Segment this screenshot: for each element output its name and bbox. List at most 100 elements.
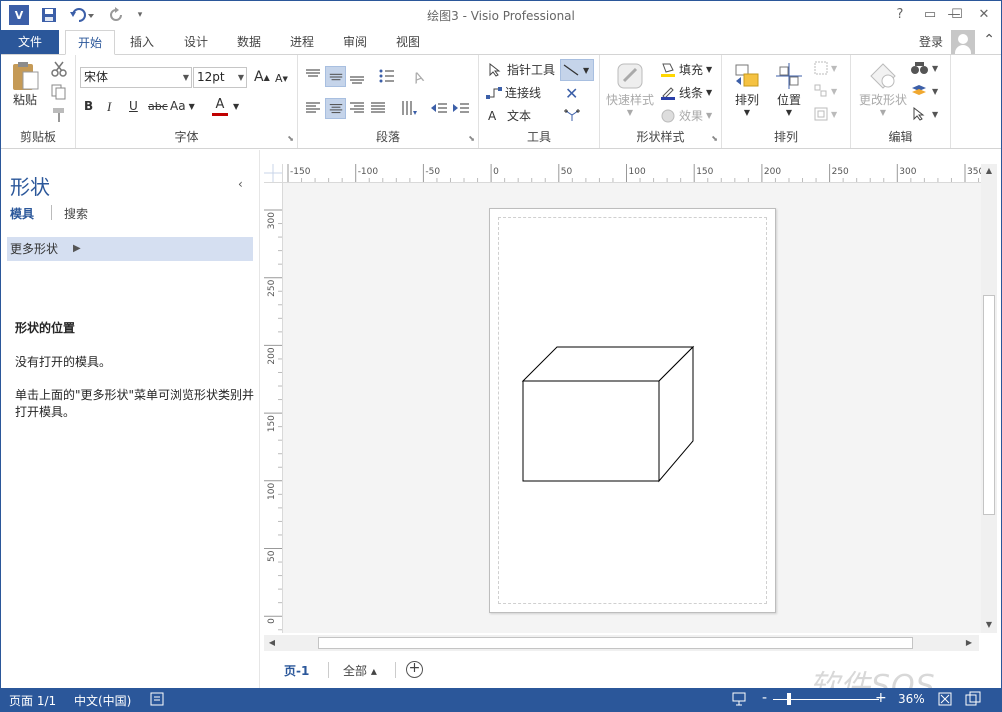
text-tool-button[interactable]: A 文本 [488,107,531,124]
add-page-button[interactable]: + [406,661,423,678]
switch-windows-icon[interactable] [965,691,981,710]
presentation-mode-icon[interactable] [731,691,747,710]
select-icon[interactable]: ▼ [911,107,941,121]
dialog-launcher-icon[interactable]: ⬊ [711,134,718,143]
more-shapes-label: 更多形状 [10,242,59,256]
scroll-up-icon[interactable]: ▲ [981,166,997,175]
format-painter-icon[interactable] [51,107,67,123]
dialog-launcher-icon[interactable]: ⬊ [468,134,475,143]
more-shapes-menu[interactable]: 更多形状 ▶ [7,237,253,261]
rotate-text-icon[interactable]: A [410,67,428,85]
language-status[interactable]: 中文(中国) [74,692,131,709]
position-button[interactable]: 位置 ▼ [774,61,804,117]
zoom-in-button[interactable]: + [875,690,887,706]
change-case-button[interactable]: Aa ▼ [170,99,195,113]
font-name-combo[interactable]: 宋体 ▼ [80,67,192,88]
fit-page-icon[interactable] [937,691,953,710]
avatar[interactable] [951,30,975,54]
grow-font-button[interactable]: A ▲ [254,69,270,85]
align-left-icon[interactable] [304,99,322,117]
zoom-out-button[interactable]: - [762,690,767,706]
drawing-canvas[interactable] [283,183,981,633]
text-tool-icon: A [488,108,497,123]
tab-home[interactable]: 开始 [65,30,115,55]
find-icon[interactable]: ▼ [911,61,941,75]
align-bottom-icon[interactable] [348,67,366,85]
strikethrough-button[interactable]: abc [148,100,168,113]
tab-stencils[interactable]: 模具 [10,205,34,222]
bullets-icon[interactable] [378,67,396,85]
scroll-left-icon[interactable]: ◀ [264,638,280,647]
vertical-scroll-thumb[interactable] [983,295,995,515]
sign-in-link[interactable]: 登录 [919,30,943,54]
tab-data[interactable]: 数据 [226,30,272,55]
dialog-launcher-icon[interactable]: ⬊ [287,134,294,143]
effects-button[interactable]: 效果 ▼ [660,107,712,124]
align-middle-icon[interactable] [325,66,346,87]
tab-design[interactable]: 设计 [173,30,219,55]
copy-icon[interactable] [51,84,67,100]
horizontal-scrollbar[interactable]: ◀ ▶ [264,635,979,651]
scroll-right-icon[interactable]: ▶ [961,638,977,647]
vertical-scrollbar[interactable]: ▲ ▼ [981,164,997,633]
pointer-tool-button[interactable]: 指针工具 [487,61,555,78]
close-button[interactable]: ✕ [973,5,995,25]
paste-button[interactable]: 粘贴 [9,61,41,108]
all-pages-button[interactable]: 全部 ▴ [343,662,377,679]
chevron-down-icon[interactable]: ▼ [233,102,239,111]
align-shapes-icon[interactable]: ▼ [814,84,840,98]
chevron-left-icon[interactable]: ‹ [238,177,243,191]
arrange-button[interactable]: 排列 ▼ [732,61,762,117]
horizontal-scroll-thumb[interactable] [318,637,913,649]
group-paragraph: A 段落 ⬊ [298,55,479,148]
scroll-down-icon[interactable]: ▼ [981,620,997,629]
maximize-button-glyph[interactable]: ☐ [946,5,968,25]
tab-process[interactable]: 进程 [279,30,325,55]
decrease-indent-icon[interactable] [430,99,448,117]
zoom-level[interactable]: 36% [898,692,925,706]
horizontal-ruler[interactable]: -150 -100 -50 0 50 100 150 200 250 300 350 [283,164,981,183]
quick-styles-button[interactable]: 快速样式 ▼ [604,61,656,117]
align-top-icon[interactable] [304,67,322,85]
tools-group-label: 工具 [526,130,551,144]
italic-button[interactable]: I [107,99,111,115]
page-tab-1[interactable]: 页-1 [284,662,309,679]
help-button[interactable]: ? [889,5,911,25]
text-direction-icon[interactable] [400,99,418,117]
bold-button[interactable]: B [84,99,93,113]
tab-search[interactable]: 搜索 [64,205,88,222]
increase-indent-icon[interactable] [452,99,470,117]
font-color-button[interactable]: A [212,98,228,116]
shrink-font-button[interactable]: A ▼ [275,72,288,85]
distribute-shapes-icon[interactable]: ▼ [814,107,840,121]
tab-review[interactable]: 审阅 [332,30,378,55]
change-case-label: Aa [170,99,186,113]
tab-insert[interactable]: 插入 [119,30,165,55]
ruler-corner[interactable] [264,164,283,183]
connection-point-icon[interactable] [563,107,581,123]
connector-button[interactable]: 连接线 [485,84,541,101]
tab-view[interactable]: 视图 [385,30,431,55]
svg-text:▼: ▼ [932,64,939,73]
change-shape-button[interactable]: 更改形状 ▼ [855,61,911,117]
align-right-icon[interactable] [348,99,366,117]
align-center-icon[interactable] [325,98,346,119]
cut-icon[interactable] [51,61,67,77]
justify-icon[interactable] [369,99,387,117]
font-size-combo[interactable]: 12pt ▼ [193,67,247,88]
line-tool-button[interactable]: ▼ [560,59,594,81]
page-number-status[interactable]: 页面 1/1 [9,692,56,709]
close-x-icon[interactable]: ✕ [565,84,578,103]
ribbon-display-options-button[interactable]: ▭ [919,5,941,25]
line-style-button[interactable]: 线条 ▼ [660,84,712,101]
underline-button[interactable]: U [129,99,138,113]
group-shapes-icon[interactable]: ▼ [814,61,840,75]
tab-file[interactable]: 文件 [1,30,59,55]
collapse-ribbon-icon[interactable]: ⌃ [983,32,995,48]
zoom-slider-thumb[interactable] [787,693,791,705]
cube-shape[interactable] [283,183,981,633]
layers-icon[interactable]: ▼ [911,84,941,98]
vertical-ruler[interactable]: 300 250 200 150 100 50 0 [264,183,283,633]
macro-record-icon[interactable] [149,691,165,710]
fill-button[interactable]: 填充 ▼ [660,61,712,78]
